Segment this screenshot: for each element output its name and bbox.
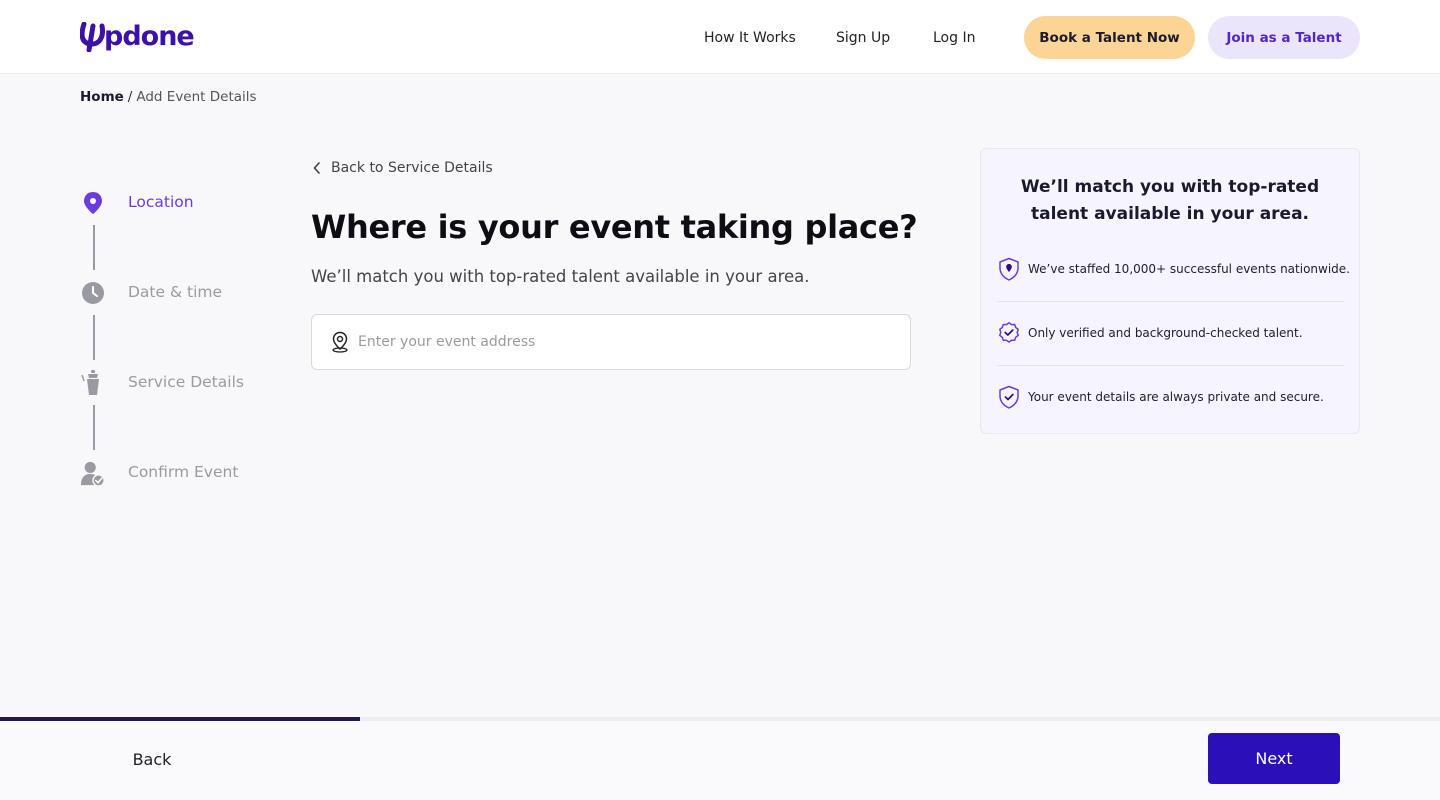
cocktail-shaker-icon <box>80 370 106 396</box>
divider <box>997 365 1344 366</box>
feature-text: We’ve staffed 10,000+ successful events … <box>1028 262 1350 276</box>
step-label: Service Details <box>128 373 244 391</box>
feature-item: Only verified and background-checked tal… <box>997 321 1344 385</box>
step-label: Location <box>128 193 194 211</box>
breadcrumb-separator: / <box>127 89 133 105</box>
chevron-left-icon <box>313 162 320 174</box>
shield-pin-icon <box>997 257 1021 281</box>
step-location[interactable]: Location <box>80 190 280 220</box>
logo-mark-icon <box>80 22 105 52</box>
step-label: Confirm Event <box>128 463 239 481</box>
step-connector <box>93 225 95 270</box>
nav-log-in[interactable]: Log In <box>933 29 975 47</box>
feature-text: Your event details are always private an… <box>1028 390 1324 404</box>
feature-item: Your event details are always private an… <box>997 385 1344 449</box>
step-service-details[interactable]: Service Details <box>80 370 280 400</box>
user-check-icon <box>80 460 106 487</box>
page-title: Where is your event taking place? <box>311 208 918 246</box>
address-field[interactable] <box>311 314 911 370</box>
footer-bar: Back Next <box>0 721 1440 800</box>
top-header: pdone How It Works Sign Up Log In Book a… <box>0 0 1440 74</box>
divider <box>997 301 1344 302</box>
step-date-time[interactable]: Date & time <box>80 280 280 310</box>
logo-text: pdone <box>104 21 195 52</box>
verified-badge-icon <box>997 321 1021 345</box>
back-button[interactable]: Back <box>112 745 192 773</box>
feature-item: We’ve staffed 10,000+ successful events … <box>997 257 1350 321</box>
step-confirm-event[interactable]: Confirm Event <box>80 460 280 490</box>
nav-sign-up[interactable]: Sign Up <box>836 29 890 47</box>
info-card: We’ll match you with top-rated talent av… <box>980 148 1360 434</box>
step-connector <box>93 315 95 360</box>
breadcrumb-home[interactable]: Home <box>80 89 124 105</box>
next-button[interactable]: Next <box>1208 733 1340 784</box>
card-title: We’ll match you with top-rated talent av… <box>981 174 1359 228</box>
shield-check-icon <box>997 385 1021 409</box>
card-title-line: talent available in your area. <box>1030 204 1310 224</box>
feature-text: Only verified and background-checked tal… <box>1028 326 1303 340</box>
join-talent-button[interactable]: Join as a Talent <box>1208 16 1360 59</box>
logo[interactable]: pdone <box>80 21 195 52</box>
map-pin-icon <box>80 190 106 216</box>
location-pin-icon <box>330 331 350 357</box>
step-label: Date & time <box>128 283 223 301</box>
card-title-line: We’ll match you with top-rated <box>1020 177 1320 197</box>
address-input[interactable] <box>358 315 898 369</box>
clock-icon <box>80 280 106 306</box>
page-subtitle: We’ll match you with top-rated talent av… <box>311 267 810 286</box>
step-connector <box>93 405 95 450</box>
breadcrumb: Home / Add Event Details <box>80 89 257 105</box>
book-talent-button[interactable]: Book a Talent Now <box>1024 16 1195 59</box>
back-to-service-details-link[interactable]: Back to Service Details <box>313 160 493 176</box>
nav-how-it-works[interactable]: How It Works <box>704 29 796 47</box>
breadcrumb-current: Add Event Details <box>136 89 257 105</box>
back-link-label: Back to Service Details <box>331 160 493 176</box>
